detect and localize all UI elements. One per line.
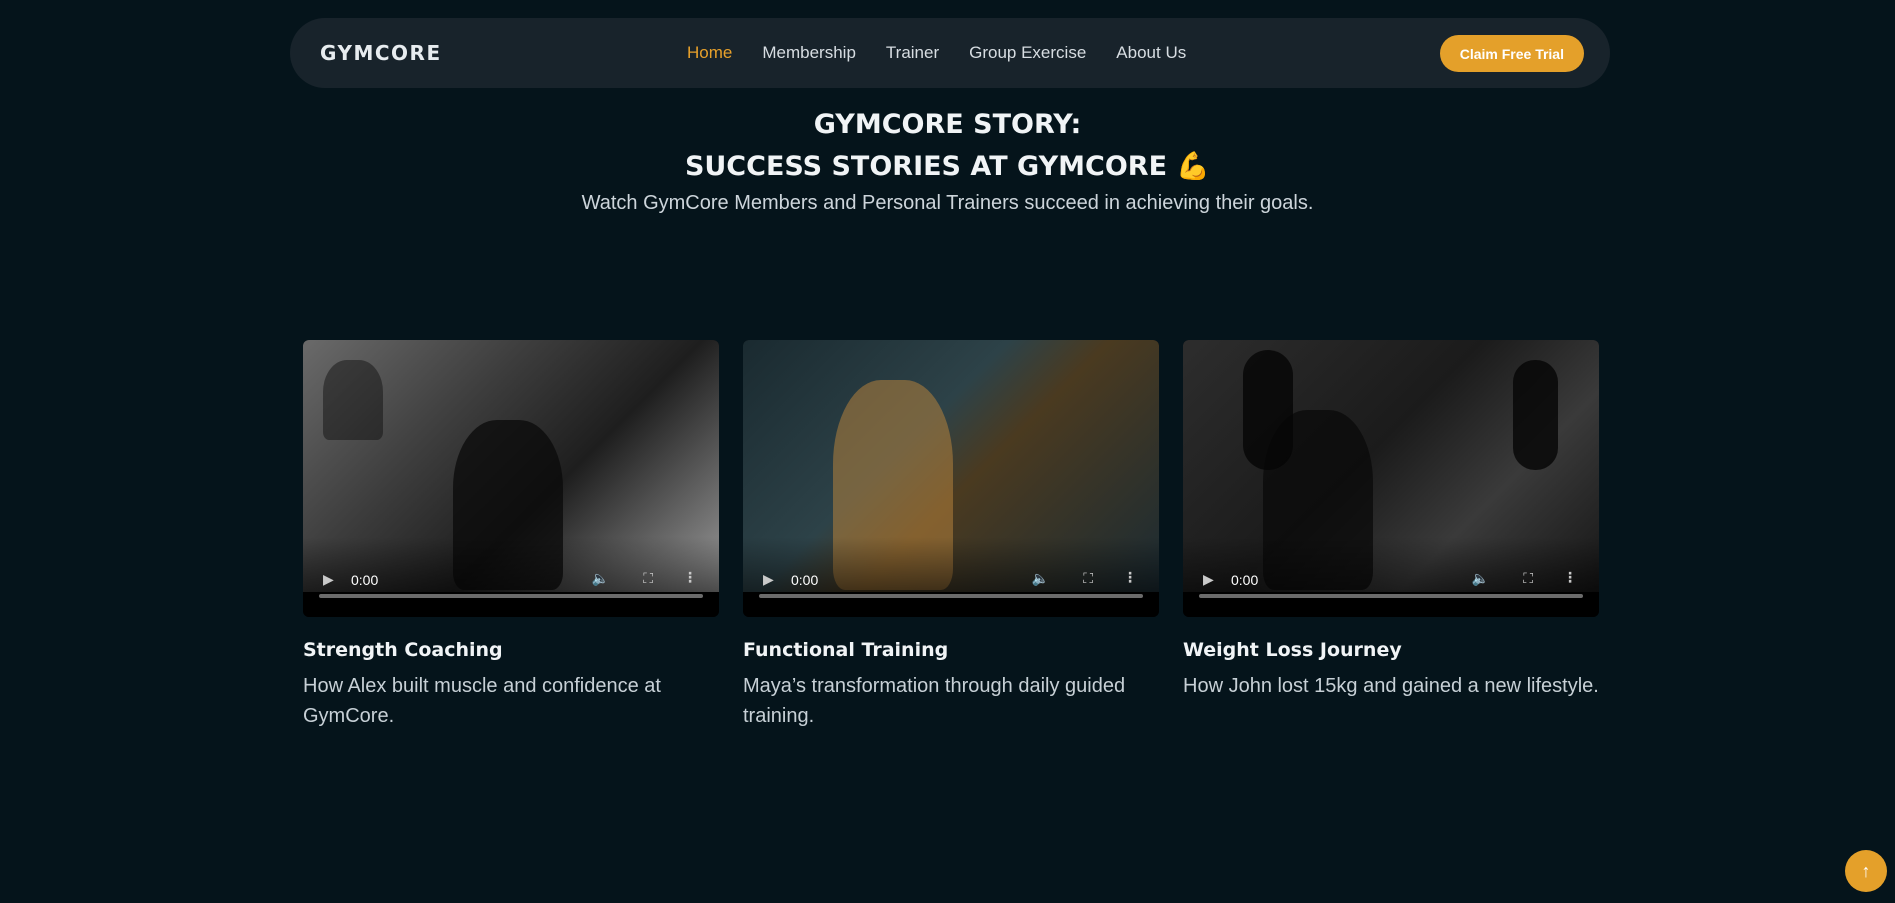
video-progress-bar[interactable] [759,594,1143,598]
volume-icon[interactable]: 🔈 [592,570,609,587]
brand-logo[interactable]: GYMCORE [320,41,680,65]
video-cards: ▶ 0:00 🔈 ⛶ ⋮ Strength Coaching How Alex … [303,340,1599,731]
fullscreen-icon[interactable]: ⛶ [1083,570,1093,587]
card-title: Strength Coaching [303,639,503,661]
hero-title-line2: SUCCESS STORIES AT GYMCORE 💪 [0,146,1895,188]
video-card: ▶ 0:00 🔈 ⛶ ⋮ Weight Loss Journey How Joh… [1183,340,1599,731]
video-progress-bar[interactable] [319,594,703,598]
video-card: ▶ 0:00 🔈 ⛶ ⋮ Functional Training Maya’s … [743,340,1159,731]
video-controls: ▶ 0:00 🔈 ⛶ ⋮ [303,537,719,617]
more-options-icon[interactable]: ⋮ [1563,569,1577,586]
flexed-biceps-icon: 💪 [1176,151,1211,182]
video-time: 0:00 [791,572,819,588]
play-icon[interactable]: ▶ [1203,571,1214,588]
card-title: Functional Training [743,639,949,661]
nav-item-home[interactable]: Home [687,43,732,63]
video-progress-bar[interactable] [1199,594,1583,598]
more-options-icon[interactable]: ⋮ [683,569,697,586]
hero-title-line1: GYMCORE STORY: [813,109,1082,140]
video-player[interactable]: ▶ 0:00 🔈 ⛶ ⋮ [743,340,1159,617]
video-player[interactable]: ▶ 0:00 🔈 ⛶ ⋮ [303,340,719,617]
card-description: How John lost 15kg and gained a new life… [1183,675,1599,697]
hero-title-line2-text: SUCCESS STORIES AT GYMCORE [684,151,1168,182]
video-card: ▶ 0:00 🔈 ⛶ ⋮ Strength Coaching How Alex … [303,340,719,731]
navbar: GYMCORE Home Membership Trainer Group Ex… [290,18,1610,88]
video-controls: ▶ 0:00 🔈 ⛶ ⋮ [1183,537,1599,617]
more-options-icon[interactable]: ⋮ [1123,569,1137,586]
nav-item-group-exercise[interactable]: Group Exercise [969,43,1086,63]
video-time: 0:00 [1231,572,1259,588]
nav-item-about-us[interactable]: About Us [1116,43,1186,63]
play-icon[interactable]: ▶ [763,571,774,588]
hero-subtitle: Watch GymCore Members and Personal Train… [581,192,1314,214]
arrow-up-icon: ↑ [1861,860,1871,881]
video-time: 0:00 [351,572,379,588]
video-controls: ▶ 0:00 🔈 ⛶ ⋮ [743,537,1159,617]
play-icon[interactable]: ▶ [323,571,334,588]
hero-section: GYMCORE STORY: SUCCESS STORIES AT GYMCOR… [0,104,1895,215]
nav-item-trainer[interactable]: Trainer [886,43,939,63]
nav-menu: Home Membership Trainer Group Exercise A… [687,18,1186,88]
volume-icon[interactable]: 🔈 [1472,570,1489,587]
card-description: How Alex built muscle and confidence at … [303,675,661,727]
volume-icon[interactable]: 🔈 [1032,570,1049,587]
card-title: Weight Loss Journey [1183,639,1402,661]
nav-item-membership[interactable]: Membership [762,43,856,63]
card-description: Maya’s transformation through daily guid… [743,675,1126,727]
fullscreen-icon[interactable]: ⛶ [1523,570,1533,587]
claim-free-trial-button[interactable]: Claim Free Trial [1439,35,1584,72]
fullscreen-icon[interactable]: ⛶ [643,570,653,587]
video-player[interactable]: ▶ 0:00 🔈 ⛶ ⋮ [1183,340,1599,617]
scroll-to-top-button[interactable]: ↑ [1845,850,1887,892]
